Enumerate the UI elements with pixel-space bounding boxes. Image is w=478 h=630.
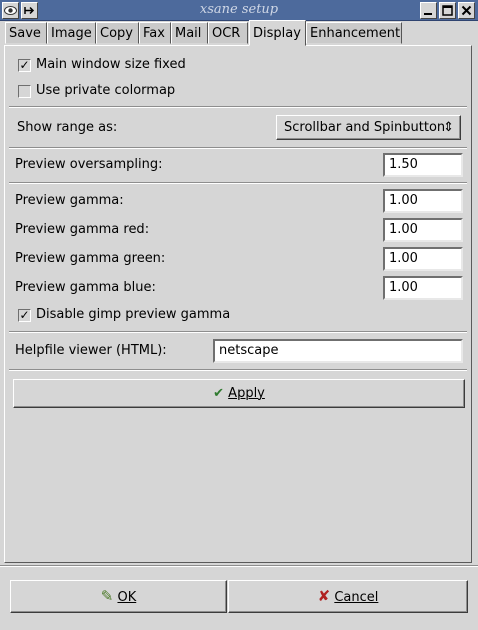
preview-gamma-green-field[interactable]: 1.00 (383, 247, 463, 271)
preview-gamma-field[interactable]: 1.00 (383, 189, 463, 213)
tab-copy[interactable]: Copy (96, 22, 139, 44)
tab-image[interactable]: Image (47, 22, 96, 44)
separator (9, 182, 467, 184)
apply-button-label: Apply (228, 386, 265, 401)
preview-gamma-blue-field[interactable]: 1.00 (383, 276, 463, 300)
ok-button-label: OK (117, 590, 137, 605)
ok-button[interactable]: ✎ OK (10, 580, 227, 613)
close-icon[interactable] (458, 2, 475, 19)
tab-enhancement[interactable]: Enhancement (306, 22, 402, 44)
helpfile-viewer-label: Helpfile viewer (HTML): (15, 343, 167, 358)
preview-gamma-green-label: Preview gamma green: (15, 251, 166, 266)
preview-gamma-label: Preview gamma: (15, 193, 124, 208)
cancel-button[interactable]: ✘ Cancel (228, 580, 468, 613)
apply-button[interactable]: ✔ Apply (13, 379, 465, 408)
show-range-option-menu[interactable]: Scrollbar and Spinbutton ⇕ (276, 115, 461, 140)
ok-hand-icon: ✎ (100, 587, 114, 605)
minimize-icon[interactable] (420, 2, 437, 19)
show-range-value: Scrollbar and Spinbutton (284, 120, 446, 135)
tab-display[interactable]: Display (249, 20, 306, 46)
main-window-size-fixed-checkbox[interactable]: ✓ (18, 59, 31, 72)
separator (0, 565, 478, 567)
cancel-button-label: Cancel (334, 590, 379, 605)
preview-gamma-blue-label: Preview gamma blue: (15, 280, 156, 295)
cancel-x-icon: ✘ (317, 587, 331, 605)
disable-gimp-preview-gamma-checkbox[interactable]: ✓ (18, 309, 31, 322)
show-range-label: Show range as: (17, 120, 118, 135)
disable-gimp-preview-gamma-label: Disable gimp preview gamma (36, 307, 231, 322)
tab-ocr[interactable]: OCR (208, 22, 248, 44)
preview-oversampling-label: Preview oversampling: (15, 157, 163, 172)
preview-gamma-red-field[interactable]: 1.00 (383, 218, 463, 242)
separator (9, 331, 467, 333)
separator (9, 147, 467, 149)
separator (9, 369, 467, 371)
window-title: xsane setup (199, 2, 279, 17)
preview-oversampling-field[interactable]: 1.50 (383, 153, 463, 177)
tab-mail[interactable]: Mail (171, 22, 208, 44)
title-bar[interactable]: xsane setup (0, 0, 478, 21)
maximize-icon[interactable] (439, 2, 456, 19)
checkmark-icon: ✔ (213, 386, 225, 401)
use-private-colormap-checkbox[interactable] (18, 85, 31, 98)
updown-arrows-icon: ⇕ (443, 120, 454, 135)
tab-save[interactable]: Save (5, 22, 47, 44)
use-private-colormap-label: Use private colormap (36, 83, 176, 98)
preview-gamma-red-label: Preview gamma red: (15, 222, 150, 237)
separator (9, 106, 467, 108)
tab-fax[interactable]: Fax (139, 22, 171, 44)
helpfile-viewer-field[interactable]: netscape (213, 339, 463, 363)
main-window-size-fixed-label: Main window size fixed (36, 57, 186, 72)
